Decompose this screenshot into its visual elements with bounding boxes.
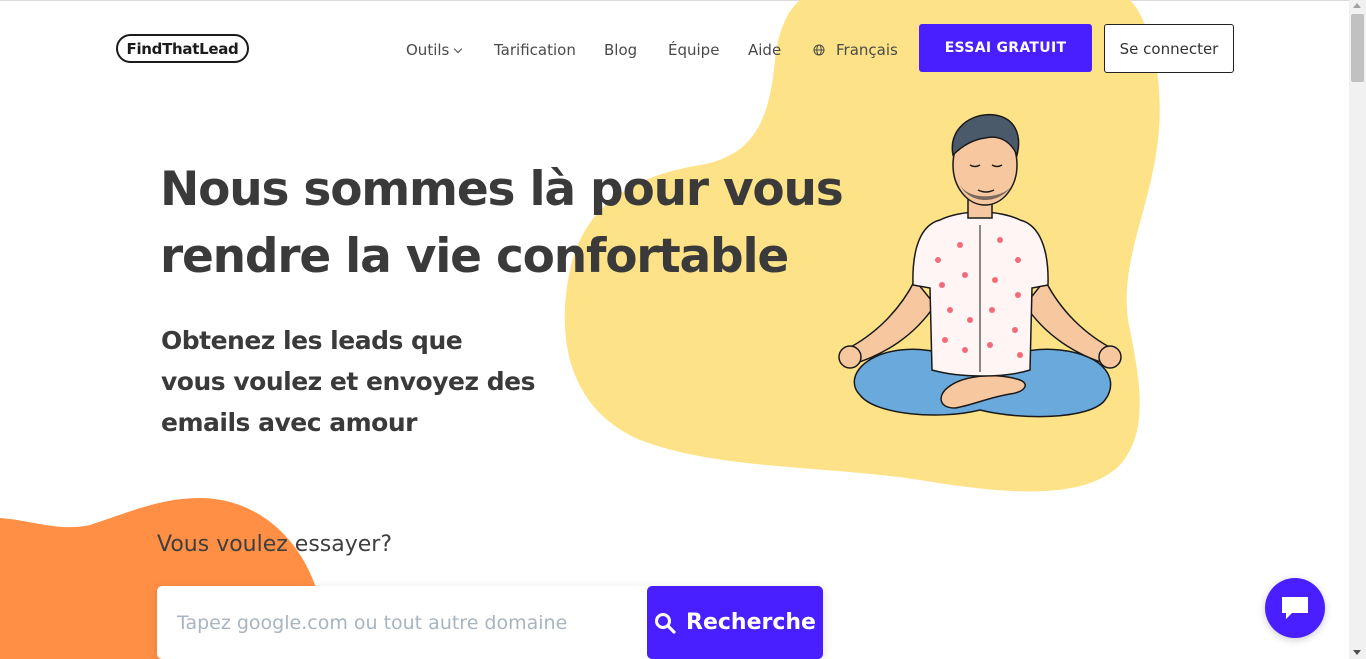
landing-page: FindThatLead Outils Tarification Blog Éq… bbox=[0, 0, 1349, 659]
hero-title-line-2: rendre la vie confortable bbox=[160, 229, 789, 284]
scroll-down-icon[interactable] bbox=[1353, 650, 1361, 655]
nav-team[interactable]: Équipe bbox=[668, 41, 719, 59]
chat-icon bbox=[1282, 597, 1308, 619]
try-prompt: Vous voulez essayer? bbox=[157, 532, 393, 557]
nav-help[interactable]: Aide bbox=[748, 41, 781, 59]
logo[interactable]: FindThatLead bbox=[116, 34, 249, 63]
nav-pricing[interactable]: Tarification bbox=[494, 41, 576, 59]
search-icon bbox=[655, 612, 676, 634]
hero-subtitle-line-1: Obtenez les leads que bbox=[161, 326, 463, 355]
scrollbar-track[interactable] bbox=[1349, 0, 1366, 659]
hero-subtitle: Obtenez les leads que vous voulez et env… bbox=[161, 320, 581, 443]
globe-icon bbox=[813, 44, 825, 56]
search-button[interactable]: Recherche bbox=[647, 586, 823, 659]
hero-title: Nous sommes là pour vous rendre la vie c… bbox=[160, 156, 860, 290]
language-selector[interactable]: Français bbox=[836, 41, 898, 59]
chat-widget-button[interactable] bbox=[1265, 578, 1325, 638]
nav-tools-label: Outils bbox=[406, 41, 450, 59]
scrollbar-thumb[interactable] bbox=[1351, 14, 1364, 82]
search-button-label: Recherche bbox=[686, 610, 816, 635]
chevron-down-icon bbox=[454, 44, 463, 54]
hero-subtitle-line-2: vous voulez et envoyez des bbox=[161, 367, 535, 396]
free-trial-button[interactable]: ESSAI GRATUIT bbox=[919, 24, 1092, 72]
nav-tools[interactable]: Outils bbox=[406, 41, 463, 59]
scroll-up-icon[interactable] bbox=[1353, 3, 1361, 8]
meditating-man-illustration bbox=[838, 114, 1122, 418]
nav-blog[interactable]: Blog bbox=[604, 41, 637, 59]
domain-search-input[interactable] bbox=[157, 586, 647, 659]
hero-subtitle-line-3: emails avec amour bbox=[161, 408, 417, 437]
hero-title-line-1: Nous sommes là pour vous bbox=[160, 162, 844, 217]
login-button[interactable]: Se connecter bbox=[1104, 24, 1234, 73]
